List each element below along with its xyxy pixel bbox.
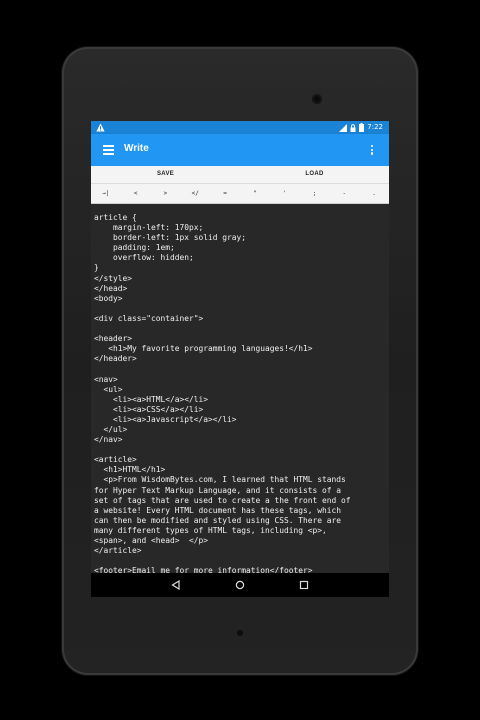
status-icons: 7:22 xyxy=(339,123,383,132)
app-bar: Write xyxy=(91,134,389,166)
recents-icon xyxy=(299,580,309,590)
load-button[interactable]: LOAD xyxy=(240,166,389,183)
home-icon xyxy=(235,580,245,590)
symbol-key-bar: →| < > </ = " ' ; - . xyxy=(91,184,389,204)
key-less-than[interactable]: < xyxy=(121,184,151,203)
wifi-icon xyxy=(339,123,348,132)
warning-icon xyxy=(96,123,105,132)
hamburger-menu-icon[interactable] xyxy=(103,145,114,155)
front-camera xyxy=(312,94,322,104)
key-double-quote[interactable]: " xyxy=(240,184,270,203)
more-vert-icon[interactable] xyxy=(371,145,374,155)
code-editor[interactable]: article { margin-left: 170px; border-lef… xyxy=(91,204,389,573)
recents-button[interactable] xyxy=(272,573,336,597)
navigation-bar xyxy=(91,573,389,597)
key-single-quote[interactable]: ' xyxy=(270,184,300,203)
lock-icon xyxy=(350,123,356,132)
status-time: 7:22 xyxy=(367,123,383,131)
key-close-tag[interactable]: </ xyxy=(180,184,210,203)
save-button[interactable]: SAVE xyxy=(91,166,240,183)
home-button[interactable] xyxy=(208,573,272,597)
back-icon xyxy=(171,580,180,590)
key-dash[interactable]: - xyxy=(329,184,359,203)
key-greater-than[interactable]: > xyxy=(151,184,181,203)
status-bar: 7:22 xyxy=(91,121,389,134)
key-equals[interactable]: = xyxy=(210,184,240,203)
key-tab[interactable]: →| xyxy=(91,184,121,203)
action-bar: SAVE LOAD xyxy=(91,166,389,184)
light-sensor xyxy=(237,630,243,636)
device-screen: 7:22 Write SAVE LOAD →| < > </ = " ' ; -… xyxy=(91,121,389,597)
app-title: Write xyxy=(124,143,149,154)
battery-icon xyxy=(359,123,365,132)
back-button[interactable] xyxy=(144,573,208,597)
key-semicolon[interactable]: ; xyxy=(300,184,330,203)
key-period[interactable]: . xyxy=(359,184,389,203)
code-text[interactable]: article { margin-left: 170px; border-lef… xyxy=(91,204,389,573)
